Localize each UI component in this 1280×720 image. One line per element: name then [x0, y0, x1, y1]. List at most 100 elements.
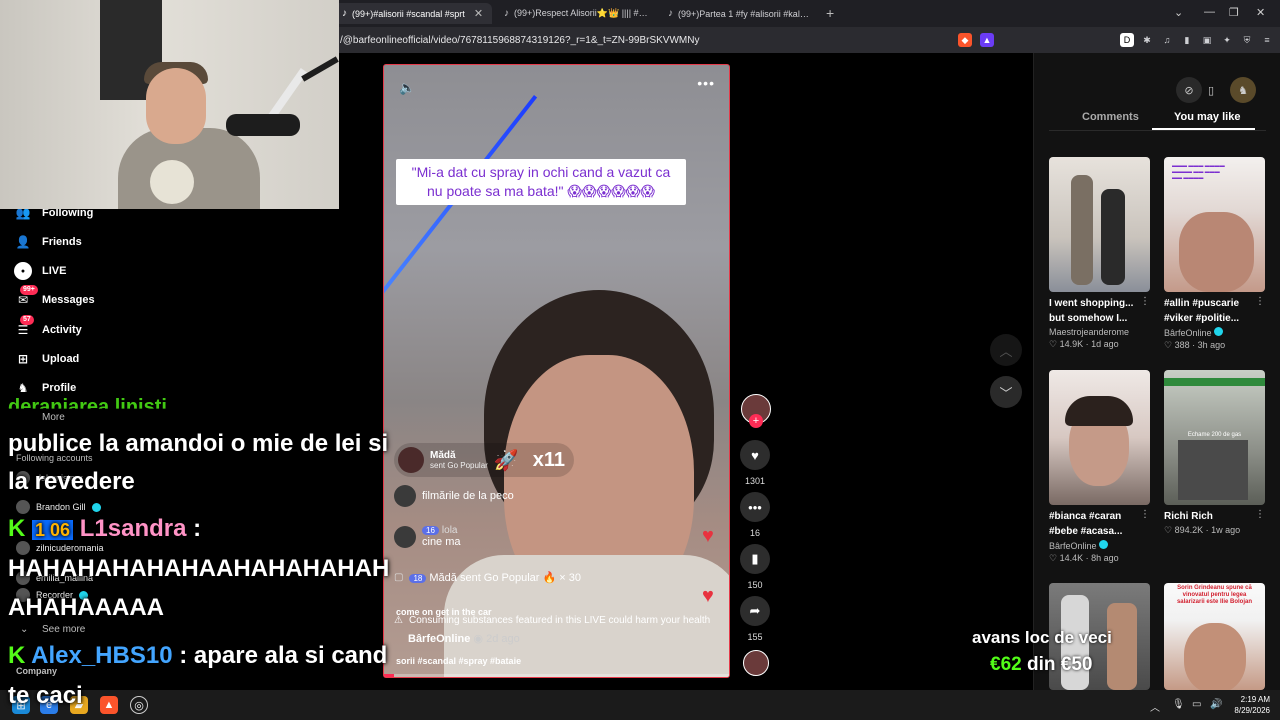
extension-puzzle-icon[interactable]: ✱ [1140, 33, 1154, 47]
heart-icon: ♥ [740, 440, 770, 470]
comment-count: 16 [749, 528, 760, 538]
account-name: Brandon Gill [36, 502, 86, 512]
more-options-icon[interactable]: ⋮ [1255, 509, 1265, 520]
browser-tab[interactable]: ♪ (99+)Partea 1 #fy #alisorii #kalutv | … [660, 3, 820, 24]
avatar [398, 447, 424, 473]
menu-icon[interactable]: ≡ [1260, 33, 1274, 47]
network-icon[interactable]: ▭ [1192, 699, 1201, 710]
sidebar-item-upload[interactable]: ⊞ Upload [14, 349, 79, 369]
like-button[interactable]: ♥ 1301 [740, 440, 770, 486]
url-field[interactable]: /@barfeonlineofficial/video/767811596887… [340, 35, 699, 46]
video-progress[interactable] [384, 674, 729, 677]
tray-chevron-icon[interactable]: ︿ [1150, 699, 1160, 714]
video-thumbnail [1049, 157, 1150, 292]
thumbnail-text-overlay: Sorin Grindeanu spune că vinovatul pentr… [1176, 585, 1253, 605]
speaker-icon[interactable]: 🔊 [1210, 699, 1222, 710]
more-options-icon[interactable]: ⋮ [1140, 509, 1150, 520]
sidebar-item-messages[interactable]: ✉ 99+ Messages [14, 285, 95, 310]
floating-heart-icon: ♥ [702, 525, 714, 547]
browser-tab[interactable]: ♪ (99+)Respect Alisorii⭐👑 |||| #foryo [496, 3, 656, 24]
share-button[interactable]: ➦ 155 [740, 596, 770, 642]
sidebar-item-label: Activity [42, 324, 82, 336]
sidebar-item-live[interactable]: ● LIVE [14, 261, 66, 281]
share-count: 155 [747, 632, 763, 642]
wallet-icon[interactable]: ▣ [1200, 33, 1214, 47]
gift-count: x11 [532, 448, 565, 471]
brave-icon[interactable]: ▲ [100, 696, 118, 714]
extension-d-icon[interactable]: D [1120, 33, 1134, 47]
vpn-icon[interactable]: ⛨ [1240, 33, 1254, 47]
recommended-video[interactable]: #bianca #caran #bebe #acasa... BârfeOnli… [1049, 370, 1150, 564]
video-title: I went shopping... but somehow I... [1049, 298, 1134, 324]
sidebar-item-activity[interactable]: ☰ 57 Activity [14, 315, 82, 340]
music-icon[interactable]: ♫ [1160, 33, 1174, 47]
user-avatar[interactable]: ♞ [1230, 77, 1256, 103]
mic-icon[interactable]: 🎙 [1172, 699, 1185, 710]
video-author-row[interactable]: BârfeOnline ◉ 2d ago [408, 632, 520, 645]
sidebar-more[interactable]: More [42, 412, 65, 423]
obs-icon[interactable]: ◎ [130, 696, 148, 714]
active-tab-indicator [1152, 128, 1255, 130]
sidebar-item-label: Messages [42, 294, 95, 306]
brave-shields-icon[interactable]: ◆ [958, 33, 972, 47]
tiktok-icon: ♪ [504, 8, 509, 19]
leo-icon[interactable]: ✦ [1220, 33, 1234, 47]
close-tab-icon[interactable]: ✕ [474, 7, 483, 20]
chat-separator: : [179, 642, 188, 669]
warning-icon: ⚠ [394, 615, 403, 626]
video-author[interactable]: BârfeOnline [408, 633, 470, 645]
comment-icon: ••• [740, 492, 770, 522]
recommended-video[interactable]: I went shopping... but somehow I... Maes… [1049, 157, 1150, 350]
sidebar-toggle-icon[interactable]: ▮ [1180, 33, 1194, 47]
following-account[interactable]: Brandon Gill [16, 499, 101, 515]
chat-message: la revedere [8, 468, 135, 495]
taskbar: ⊞ e ▰ ▲ ◎ ︿ 🎙 ▭ 🔊 2:19 AM 8/29/2026 [0, 690, 1280, 720]
video-meta: ♡ 894.2K · 1w ago [1164, 525, 1241, 535]
video-hashtags[interactable]: sorii #scandal #spray #bataie [396, 656, 521, 666]
minimize-icon[interactable]: — [1204, 6, 1215, 18]
content-warning: ⚠ Consuming substances featured in this … [394, 615, 714, 626]
save-button[interactable]: ▮ 150 [740, 544, 770, 590]
comment-button[interactable]: ••• 16 [740, 492, 770, 538]
follow-plus-icon[interactable]: + [749, 414, 763, 428]
chat-username: L1sandra [79, 515, 187, 542]
video-thumbnail: Sorin Grindeanu spune că vinovatul pentr… [1164, 583, 1265, 690]
next-creator-avatar[interactable] [743, 650, 769, 676]
recommended-video[interactable]: Echame 200 de gas Richi Rich ♡ 894.2K · … [1164, 370, 1265, 536]
recommended-video[interactable]: Sorin Grindeanu spune că vinovatul pentr… [1164, 583, 1265, 690]
more-options-icon[interactable]: ⋮ [1255, 296, 1265, 307]
close-window-icon[interactable]: ✕ [1256, 6, 1265, 19]
chat-username: Alex_HBS10 [31, 642, 173, 669]
tab-list-icon[interactable]: ⌄ [1174, 6, 1183, 19]
tab-title: (99+)Partea 1 #fy #alisorii #kalutv | T [678, 8, 812, 19]
phone-icon[interactable]: ▯ [1198, 77, 1224, 103]
chat-message: te caci [8, 682, 83, 709]
brave-rewards-icon[interactable]: ▲ [980, 33, 994, 47]
chevron-up-icon: ︿ [999, 343, 1013, 359]
video-player[interactable]: 🔈 ••• "Mi-a dat cu spray in ochi cand a … [383, 64, 730, 678]
previous-video-button[interactable]: ︿ [990, 334, 1022, 366]
avatar [394, 525, 416, 548]
messages-badge: 99+ [20, 285, 38, 295]
sidebar-item-friends[interactable]: 👤 Friends [14, 232, 82, 252]
sidebar-item-label: Upload [42, 353, 80, 365]
avatar [16, 500, 30, 514]
recommended-video[interactable]: ▬▬▬ ▬▬▬ ▬▬▬▬ ▬▬▬▬ ▬▬ ▬▬▬ ▬▬ ▬▬▬▬ #allin #p… [1164, 157, 1265, 351]
volume-icon[interactable]: 🔈 [399, 80, 415, 96]
see-more-link[interactable]: See more [42, 624, 85, 635]
more-options-icon[interactable]: ••• [697, 75, 715, 91]
video-caption: "Mi-a dat cu spray in ochi cand a vazut … [396, 159, 686, 205]
maximize-icon[interactable]: ❐ [1229, 6, 1239, 19]
tab-you-may-like[interactable]: You may like [1174, 111, 1240, 123]
tab-comments[interactable]: Comments [1082, 111, 1139, 123]
level-badge: 18 [409, 574, 427, 583]
next-video-button[interactable]: ﹀ [990, 376, 1022, 408]
more-options-icon[interactable]: ⋮ [1140, 296, 1150, 307]
system-clock[interactable]: 2:19 AM 8/29/2026 [1234, 694, 1270, 716]
new-tab-button[interactable]: + [826, 5, 834, 21]
browser-tab[interactable]: ♪ (99+)#alisorii #scandal #sprt ✕ [334, 3, 492, 24]
chat-badges: 1 06 [32, 520, 74, 540]
sidebar-item-profile[interactable]: ♞ Profile [14, 378, 77, 398]
video-title: #bianca #caran #bebe #acasa... [1049, 511, 1123, 537]
right-panel: ⊘ ▯ ♞ Comments You may like I went shopp… [1033, 53, 1280, 690]
